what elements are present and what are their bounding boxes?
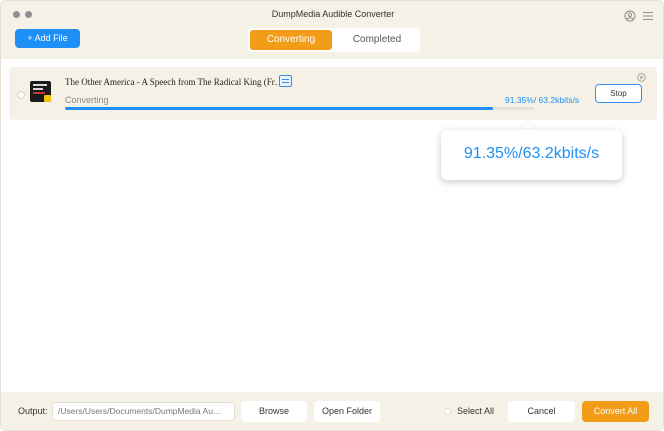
task-progress-text: 91.35%/ 63.2kbits/s bbox=[505, 95, 580, 105]
task-title: The Other America - A Speech from The Ra… bbox=[65, 77, 284, 87]
callout-text: 91.35%/63.2kbits/s bbox=[463, 145, 600, 162]
stop-button[interactable]: Stop bbox=[595, 84, 642, 103]
progress-bar-fill bbox=[65, 107, 494, 110]
task-status: Converting bbox=[65, 95, 109, 105]
output-label: Output: bbox=[18, 406, 48, 416]
tab-converting[interactable]: Converting bbox=[250, 30, 332, 50]
album-cover bbox=[30, 81, 51, 102]
menu-icon[interactable] bbox=[642, 9, 654, 21]
conversion-task-row: The Other America - A Speech from The Ra… bbox=[9, 67, 657, 120]
tab-switcher: Converting Completed bbox=[248, 28, 420, 52]
progress-bar bbox=[65, 107, 534, 110]
progress-callout: 91.35%/63.2kbits/s bbox=[441, 130, 622, 180]
app-title: DumpMedia Audible Converter bbox=[271, 9, 395, 19]
open-folder-button[interactable]: Open Folder bbox=[314, 401, 380, 422]
close-icon[interactable] bbox=[637, 69, 646, 82]
add-file-button[interactable]: + Add File bbox=[15, 29, 80, 48]
cancel-button[interactable]: Cancel bbox=[508, 401, 575, 422]
file-info-icon[interactable] bbox=[279, 75, 292, 87]
browse-button[interactable]: Browse bbox=[241, 401, 307, 422]
select-all-label[interactable]: Select All bbox=[457, 406, 494, 416]
user-icon[interactable] bbox=[624, 9, 636, 22]
select-all-checkbox[interactable] bbox=[444, 408, 451, 415]
output-path-field[interactable]: /Users/Users/Documents/DumpMedia Au… bbox=[52, 402, 235, 421]
app-window: DumpMedia Audible Converter + Add File C… bbox=[0, 0, 664, 431]
footer-bar: Output: /Users/Users/Documents/DumpMedia… bbox=[1, 392, 663, 430]
title-bar: DumpMedia Audible Converter + Add File C… bbox=[1, 1, 663, 59]
row-select-checkbox[interactable] bbox=[17, 91, 25, 99]
tab-completed[interactable]: Completed bbox=[336, 30, 418, 50]
convert-all-button[interactable]: Convert All bbox=[582, 401, 649, 422]
